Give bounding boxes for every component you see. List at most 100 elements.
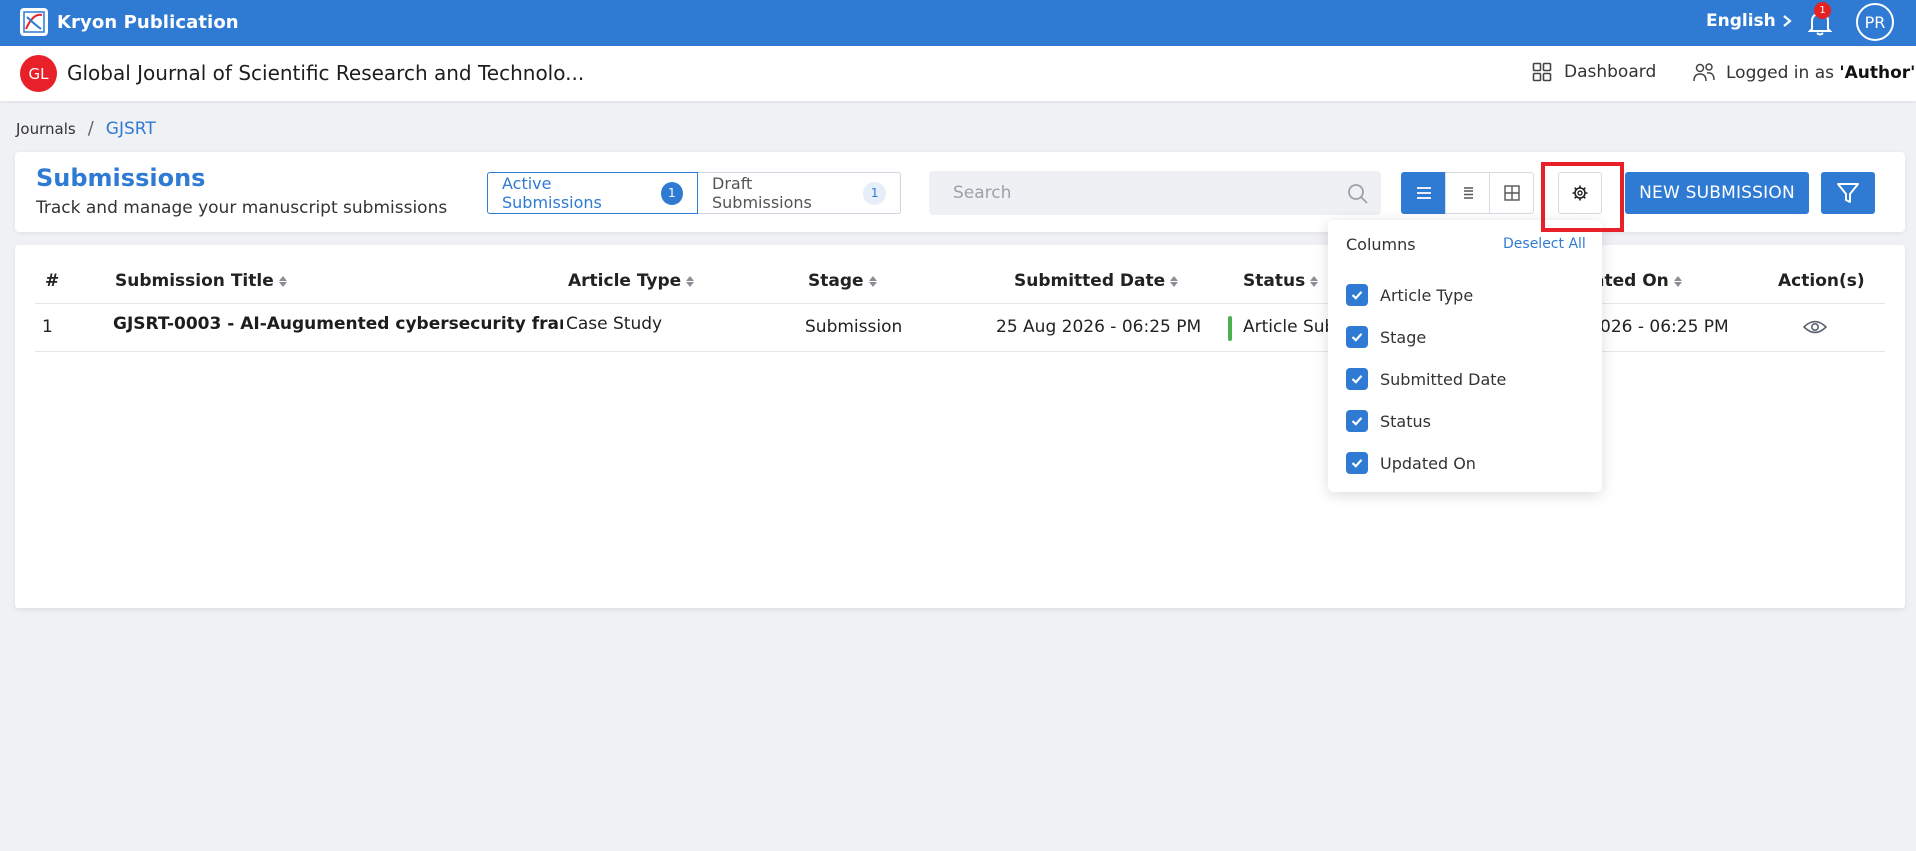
dropdown-title: Columns: [1346, 235, 1416, 254]
column-header-label: Submitted Date: [1014, 271, 1166, 291]
deselect-all-link[interactable]: Deselect All: [1503, 236, 1586, 252]
sort-icon: [1673, 275, 1682, 287]
top-app-bar: Kryon Publication English 1 PR: [0, 0, 1916, 46]
row-divider: [35, 351, 1885, 352]
checkbox-checked-icon[interactable]: [1346, 284, 1368, 306]
cell-stage: Submission: [805, 317, 903, 337]
column-option-submitted-date[interactable]: Submitted Date: [1346, 368, 1506, 390]
submissions-table: # Submission Title Article Type Stage Su…: [15, 245, 1905, 608]
checkbox-checked-icon[interactable]: [1346, 326, 1368, 348]
language-label: English: [1706, 11, 1776, 31]
column-header-label: #: [45, 271, 60, 291]
column-header-updated-on[interactable]: ated On: [1593, 271, 1682, 291]
cell-submitted-date: 25 Aug 2026 - 06:25 PM: [996, 317, 1202, 337]
column-option-label: Updated On: [1380, 453, 1476, 473]
gear-icon: [1572, 185, 1588, 201]
compact-view-button[interactable]: [1445, 172, 1490, 214]
column-header-actions: Action(s): [1778, 271, 1865, 291]
list-view-button[interactable]: [1401, 172, 1446, 214]
submission-tabs: Active Submissions 1 Draft Submissions 1: [487, 172, 901, 214]
sort-icon: [868, 275, 877, 287]
column-header-number: #: [45, 271, 59, 291]
column-option-label: Submitted Date: [1380, 369, 1507, 389]
checkbox-checked-icon[interactable]: [1346, 452, 1368, 474]
tab-draft-submissions[interactable]: Draft Submissions 1: [698, 172, 901, 214]
brand[interactable]: Kryon Publication: [20, 8, 239, 36]
dashboard-grid-icon: [1532, 62, 1552, 82]
dashboard-label: Dashboard: [1564, 62, 1657, 82]
cell-submission-title[interactable]: GJSRT-0003 - AI-Augumented cybersecurity…: [113, 314, 563, 334]
user-avatar[interactable]: PR: [1856, 3, 1894, 41]
filter-button[interactable]: [1821, 172, 1875, 214]
checkbox-checked-icon[interactable]: [1346, 410, 1368, 432]
submissions-header-card: Submissions Track and manage your manusc…: [15, 152, 1905, 232]
sort-icon: [1310, 275, 1319, 287]
column-settings-button[interactable]: [1558, 172, 1602, 214]
breadcrumb-separator: /: [87, 118, 94, 139]
chevron-right-icon: [1783, 15, 1792, 27]
columns-dropdown: Columns Deselect All Article Type Stage …: [1328, 220, 1602, 492]
column-header-article-type[interactable]: Article Type: [568, 271, 695, 291]
tab-active-submissions[interactable]: Active Submissions 1: [487, 172, 698, 214]
column-header-submitted-date[interactable]: Submitted Date: [1014, 271, 1179, 291]
column-option-article-type[interactable]: Article Type: [1346, 284, 1473, 306]
tab-count-badge: 1: [660, 181, 683, 205]
logged-in-indicator: Logged in as 'Author': [1692, 62, 1915, 84]
column-header-label: Status: [1243, 271, 1306, 291]
column-option-updated-on[interactable]: Updated On: [1346, 452, 1476, 474]
column-option-label: Status: [1380, 411, 1431, 431]
checkbox-checked-icon[interactable]: [1346, 368, 1368, 390]
journal-name: Global Journal of Scientific Research an…: [67, 61, 585, 85]
cell-number: 1: [42, 317, 53, 337]
column-header-label: Article Type: [568, 271, 682, 291]
cell-status: Article Subm: [1243, 317, 1328, 337]
logged-prefix: Logged in as: [1726, 63, 1840, 83]
column-option-status[interactable]: Status: [1346, 410, 1431, 432]
cell-article-type: Case Study: [566, 314, 663, 334]
search-icon[interactable]: [1347, 183, 1369, 205]
breadcrumb-journals[interactable]: Journals: [16, 120, 76, 138]
breadcrumb-current: GJSRT: [105, 118, 156, 139]
search-box: [929, 171, 1381, 215]
brand-logo-icon: [20, 8, 48, 36]
view-toggle-group: [1401, 172, 1534, 214]
tab-count-badge: 1: [863, 181, 886, 205]
sort-icon: [686, 275, 695, 287]
filter-icon: [1837, 183, 1859, 203]
notification-badge: 1: [1814, 2, 1831, 19]
users-icon: [1693, 63, 1715, 82]
compact-list-icon: [1463, 187, 1473, 199]
column-header-label: Action(s): [1778, 271, 1865, 291]
brand-name: Kryon Publication: [57, 11, 239, 33]
journal-logo: GL: [20, 55, 57, 92]
column-option-label: Stage: [1380, 327, 1427, 347]
page-title: Submissions: [36, 164, 206, 192]
new-submission-button[interactable]: NEW SUBMISSION: [1625, 172, 1809, 214]
column-header-status[interactable]: Status: [1243, 271, 1319, 291]
sort-icon: [278, 275, 287, 287]
list-icon: [1416, 187, 1431, 199]
column-header-label: Submission Title: [115, 271, 274, 291]
column-header-label: Stage: [808, 271, 864, 291]
search-input[interactable]: [929, 171, 1329, 215]
status-indicator: [1228, 316, 1232, 341]
grid-icon: [1503, 185, 1520, 201]
language-selector[interactable]: English: [1706, 11, 1792, 31]
view-eye-icon[interactable]: [1803, 319, 1827, 335]
sort-icon: [1170, 275, 1179, 287]
logged-role: 'Author': [1839, 63, 1916, 83]
cell-updated-on: 026 - 06:25 PM: [1600, 317, 1729, 337]
breadcrumb: Journals / GJSRT: [16, 118, 156, 139]
header-divider: [35, 303, 1885, 304]
dashboard-link[interactable]: Dashboard: [1532, 62, 1656, 82]
journal-bar: GL Global Journal of Scientific Research…: [0, 46, 1916, 101]
tab-label: Draft Submissions: [712, 174, 812, 212]
page-subtitle: Track and manage your manuscript submiss…: [36, 198, 448, 218]
column-option-stage[interactable]: Stage: [1346, 326, 1426, 348]
tab-label: Active Submissions: [502, 174, 602, 212]
column-header-title[interactable]: Submission Title: [115, 271, 287, 291]
column-option-label: Article Type: [1380, 285, 1474, 305]
grid-view-button[interactable]: [1489, 172, 1534, 214]
column-header-label: ated On: [1593, 271, 1669, 291]
column-header-stage[interactable]: Stage: [808, 271, 877, 291]
